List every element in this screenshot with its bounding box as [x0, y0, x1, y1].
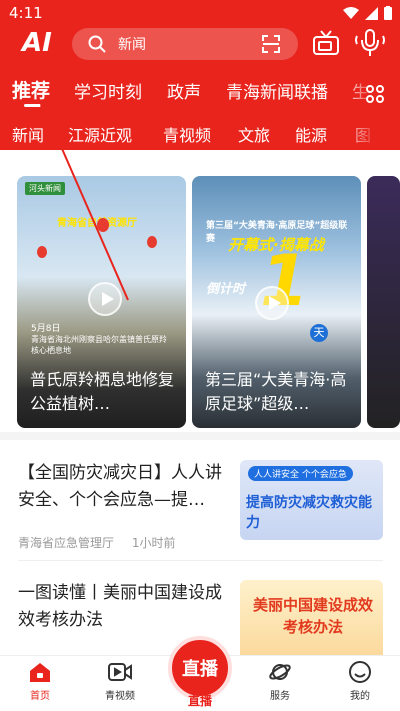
nav-label: 青视频: [105, 691, 135, 702]
nav-label: 首页: [30, 691, 50, 702]
signal-icon: [365, 6, 378, 20]
card-title: 普氏原羚栖息地修复公益植树…: [30, 370, 175, 413]
channel-grid-icon[interactable]: [365, 84, 385, 104]
status-bar: 4:11: [0, 0, 400, 26]
balloon-decoration: [97, 218, 109, 232]
play-button[interactable]: [88, 282, 122, 316]
status-time: 4:11: [9, 4, 43, 22]
planet-icon: [269, 664, 291, 680]
nav-live-label[interactable]: 直播: [168, 692, 232, 709]
news-list-item[interactable]: 【全国防灾减灾日】人人讲安全、个个会应急—提… 青海省应急管理厅 1小时前 人人…: [0, 460, 400, 570]
smiley-icon: [349, 661, 371, 683]
balloon-decoration: [37, 246, 47, 258]
video-card[interactable]: 第三届“大美青海·高原足球”超级联赛 开幕式·揭幕战 1 倒计时 天 第三届“大…: [192, 176, 361, 428]
news-thumbnail[interactable]: 美丽中国建设成效考核办法: [240, 580, 383, 655]
tv-icon[interactable]: [312, 30, 340, 56]
home-icon: [30, 663, 50, 682]
voice-assistant-icon[interactable]: [354, 28, 386, 58]
video-carousel[interactable]: 河头新闻 青海省自然资源厅 5月8日 青海省海北州刚察县哈尔盖镇普氏原羚核心栖息…: [0, 170, 400, 430]
app-header: 4:11 AI 新闻 推荐 学习时刻 政声 青海新闻联播 生 新闻 江源近观 青…: [0, 0, 400, 150]
item-divider: [18, 560, 383, 561]
card-date: 5月8日: [31, 324, 61, 334]
search-bar[interactable]: 新闻: [72, 28, 298, 60]
tab-qinghai-news[interactable]: 青海新闻联播: [226, 78, 328, 103]
news-source: 青海省应急管理厅: [18, 536, 115, 550]
news-feed[interactable]: 河头新闻 青海省自然资源厅 5月8日 青海省海北州刚察县哈尔盖镇普氏原羚核心栖息…: [0, 150, 400, 655]
tab-politics[interactable]: 政声: [167, 78, 201, 103]
nav-services[interactable]: 服务: [250, 660, 310, 702]
nav-label: 我的: [350, 691, 370, 702]
section-divider: [0, 432, 400, 440]
subtab-energy[interactable]: 能源: [295, 122, 327, 146]
subtab-jiangyuan[interactable]: 江源近观: [68, 122, 132, 146]
video-card[interactable]: 河头新闻 青海省自然资源厅 5月8日 青海省海北州刚察县哈尔盖镇普氏原羚核心栖息…: [17, 176, 186, 428]
news-thumbnail[interactable]: 人人讲安全 个个会应急 提高防灾减灾救灾能力: [240, 460, 383, 540]
scan-icon[interactable]: [262, 35, 280, 53]
status-icons: [343, 6, 392, 20]
card-source-stamp: 河头新闻: [25, 182, 65, 195]
news-meta: 青海省应急管理厅 1小时前: [18, 534, 189, 551]
search-icon: [88, 35, 106, 53]
nav-me[interactable]: 我的: [330, 660, 390, 702]
video-card[interactable]: [367, 176, 400, 428]
tab-recommended[interactable]: 推荐: [12, 78, 50, 103]
subtab-news[interactable]: 新闻: [12, 122, 44, 146]
live-button[interactable]: 直播: [168, 636, 232, 700]
video-icon: [108, 663, 132, 681]
battery-icon: [384, 6, 392, 20]
nav-label: 服务: [270, 691, 290, 702]
news-time: 1小时前: [131, 536, 176, 550]
play-button[interactable]: [255, 286, 289, 320]
nav-home[interactable]: 首页: [10, 660, 70, 702]
wifi-icon: [343, 7, 359, 19]
live-button-text: 直播: [182, 659, 218, 680]
thumbnail-tag: 人人讲安全 个个会应急: [248, 466, 353, 481]
thumbnail-text: 美丽中国建设成效考核办法: [252, 596, 373, 636]
tab-study-time[interactable]: 学习时刻: [74, 78, 142, 103]
news-title[interactable]: 一图读懂丨美丽中国建设成效考核办法: [18, 580, 228, 634]
news-title[interactable]: 【全国防灾减灾日】人人讲安全、个个会应急—提…: [18, 460, 228, 514]
card-title: 第三届“大美青海·高原足球”超级…: [205, 370, 347, 413]
subtab-qing-video[interactable]: 青视频: [163, 122, 211, 146]
countdown-label: 倒计时: [206, 282, 246, 297]
subtab-culture-travel[interactable]: 文旅: [238, 122, 270, 146]
search-input[interactable]: 新闻: [118, 34, 146, 54]
active-tab-indicator: [24, 104, 42, 107]
card-caption: 青海省海北州刚察县哈尔盖镇普氏原羚核心栖息地: [31, 335, 167, 355]
top-toolbar: AI 新闻: [0, 26, 400, 66]
nav-qing-video[interactable]: 青视频: [90, 660, 150, 702]
balloon-decoration: [147, 236, 157, 248]
mascot-badge: 天: [310, 324, 328, 342]
thumbnail-text: 提高防灾减灾救灾能力: [246, 495, 372, 531]
app-logo[interactable]: AI: [22, 28, 52, 58]
